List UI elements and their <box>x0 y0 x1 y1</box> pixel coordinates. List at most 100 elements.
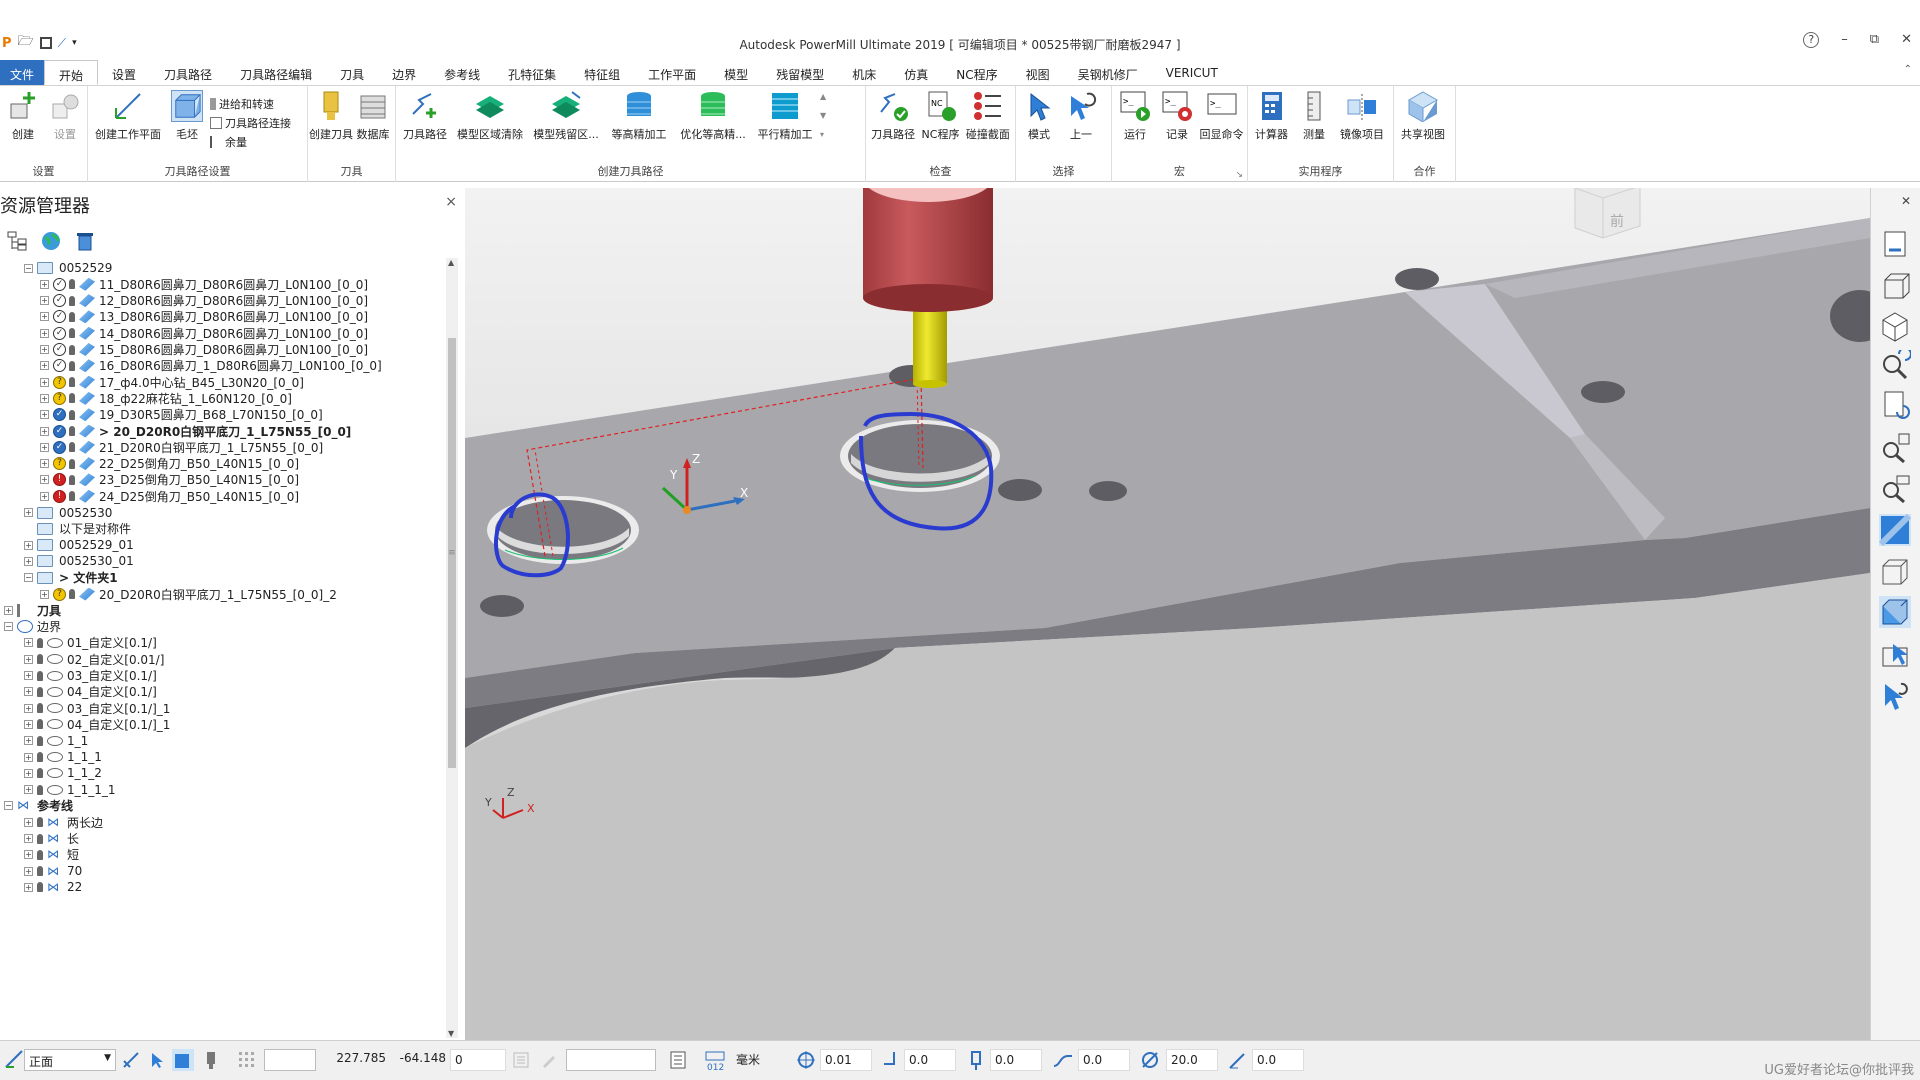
stock-button[interactable]: 毛坯 <box>168 90 206 142</box>
tree-item[interactable]: +? 20_D20R0白钢平底刀_1_L75N55_[0_0]_2 <box>40 584 337 604</box>
tool-display-icon[interactable] <box>202 1050 220 1070</box>
zoom-refresh-icon[interactable] <box>1879 350 1911 382</box>
visibility-bulb-icon[interactable] <box>69 279 75 290</box>
tool-length-input[interactable]: 0.0 <box>990 1049 1042 1071</box>
menu-tab[interactable]: 设置 <box>98 60 150 85</box>
menu-tab[interactable]: 开始 <box>44 60 99 85</box>
expand-icon[interactable]: + <box>24 834 33 843</box>
select-mode-button[interactable]: 模式 <box>1020 90 1058 142</box>
visibility-bulb-icon[interactable] <box>37 752 43 762</box>
view-select[interactable]: 正面 ▼ <box>24 1049 116 1071</box>
macro-record-button[interactable]: >_ 记录 <box>1158 90 1196 142</box>
diameter-icon[interactable] <box>1140 1050 1160 1070</box>
snap-icon[interactable] <box>122 1051 140 1069</box>
explorer-scrollbar[interactable]: ▲ ≡ ▼ <box>446 258 458 1038</box>
wireframe-view-icon[interactable] <box>1879 556 1911 588</box>
expand-icon[interactable]: + <box>24 882 33 892</box>
constant-z-finishing-button[interactable]: 等高精加工 <box>606 90 672 142</box>
menu-tab[interactable]: 特征组 <box>570 60 634 85</box>
expand-icon[interactable]: + <box>24 638 33 648</box>
raster-finishing-button[interactable]: 平行精加工 <box>754 90 816 142</box>
expand-icon[interactable]: + <box>40 361 49 371</box>
model-area-clearance-button[interactable]: 模型区域清除 <box>454 90 526 142</box>
thickness-input[interactable]: 0.0 <box>904 1049 956 1071</box>
visibility-bulb-icon[interactable] <box>37 768 43 779</box>
expand-icon[interactable]: + <box>24 768 33 778</box>
minimize-button[interactable]: – <box>1841 32 1848 48</box>
visibility-bulb-icon[interactable] <box>69 393 75 404</box>
refresh-page-icon[interactable] <box>1879 390 1911 422</box>
tolerance-icon[interactable] <box>796 1050 816 1070</box>
trash-icon[interactable] <box>74 230 96 252</box>
expand-icon[interactable]: + <box>40 312 49 322</box>
visibility-bulb-icon[interactable] <box>69 311 75 322</box>
menu-tab[interactable]: 吴钢机修厂 <box>1064 60 1152 85</box>
create-workplane-button[interactable]: 创建工作平面 <box>92 90 164 142</box>
expand-icon[interactable]: − <box>4 622 13 632</box>
expand-icon[interactable]: + <box>24 703 33 713</box>
expand-icon[interactable]: + <box>24 736 33 746</box>
tree-view-icon[interactable] <box>6 230 28 252</box>
gallery-scroll[interactable]: ▲ ▼ ▾ <box>820 90 826 139</box>
expand-icon[interactable]: + <box>40 393 49 403</box>
restore-button[interactable]: ⧉ <box>1870 32 1879 48</box>
select-window-icon[interactable] <box>1879 640 1911 672</box>
expand-icon[interactable]: − <box>24 263 33 273</box>
cursor-snap-icon[interactable] <box>148 1051 166 1069</box>
menu-tab[interactable]: 仿真 <box>890 60 942 85</box>
visibility-bulb-icon[interactable] <box>69 344 75 355</box>
visibility-bulb-icon[interactable] <box>37 670 43 681</box>
menu-tab[interactable]: 参考线 <box>430 60 494 85</box>
view-cube-outline-icon[interactable] <box>1879 270 1911 302</box>
verify-nc-button[interactable]: NC NC程序 <box>920 90 961 142</box>
menu-tab[interactable]: 残留模型 <box>762 60 838 85</box>
expand-icon[interactable]: + <box>24 866 33 876</box>
expand-icon[interactable]: + <box>40 328 49 338</box>
expand-icon[interactable]: + <box>40 475 49 485</box>
expand-icon[interactable]: + <box>40 410 49 420</box>
expand-icon[interactable]: + <box>24 508 33 517</box>
visibility-bulb-icon[interactable] <box>69 426 75 436</box>
expand-icon[interactable]: + <box>24 785 33 795</box>
model-rest-clearance-button[interactable]: 模型残留区... <box>530 90 602 142</box>
workplane-status-icon[interactable] <box>4 1049 24 1069</box>
mirror-item-button[interactable]: 镜像项目 <box>1337 90 1387 142</box>
expand-icon[interactable]: + <box>40 296 49 306</box>
create-button[interactable]: 创建 <box>4 90 42 142</box>
visibility-bulb-icon[interactable] <box>37 686 43 697</box>
scene[interactable]: Z Y X 前 Z X Y <box>465 188 1870 1040</box>
expand-icon[interactable]: + <box>24 671 33 680</box>
dialog-launcher-icon[interactable]: ↘ <box>1235 170 1243 180</box>
expand-icon[interactable]: + <box>40 377 49 387</box>
expand-icon[interactable]: + <box>40 459 49 469</box>
lead-input[interactable]: 0.0 <box>1078 1049 1130 1071</box>
measure-button[interactable]: 测量 <box>1295 90 1333 142</box>
select-previous-button[interactable]: 上一 <box>1062 90 1100 142</box>
coord-z[interactable]: 0 <box>450 1049 506 1071</box>
select-undo-icon[interactable] <box>1879 680 1911 712</box>
zoom-box-icon[interactable] <box>1879 432 1911 464</box>
expand-icon[interactable]: + <box>24 719 33 729</box>
visibility-bulb-icon[interactable] <box>37 882 43 893</box>
menu-tab[interactable]: 工作平面 <box>634 60 710 85</box>
expand-icon[interactable]: + <box>24 850 33 860</box>
grid-input[interactable] <box>264 1049 316 1071</box>
visibility-bulb-icon[interactable] <box>37 637 43 648</box>
angle-input[interactable]: 0.0 <box>1252 1049 1304 1071</box>
globe-icon[interactable] <box>40 230 62 252</box>
create-tool-button[interactable]: 创建刀具 <box>309 90 353 142</box>
explorer-close-button[interactable]: × <box>445 194 457 210</box>
tolerance-input[interactable]: 0.01 <box>820 1049 872 1071</box>
visibility-bulb-icon[interactable] <box>37 833 43 844</box>
graphics-viewport[interactable]: Z Y X 前 Z X Y <box>465 188 1870 1040</box>
visibility-bulb-icon[interactable] <box>37 654 43 665</box>
menu-tab[interactable]: 刀具 <box>326 60 378 85</box>
shaded-toggle-icon[interactable] <box>172 1049 194 1071</box>
visibility-bulb-icon[interactable] <box>69 442 75 453</box>
visibility-bulb-icon[interactable] <box>37 784 43 795</box>
menu-tab[interactable]: 视图 <box>1012 60 1064 85</box>
visibility-bulb-icon[interactable] <box>69 377 75 388</box>
calculator-button[interactable]: 计算器 <box>1252 90 1291 142</box>
menu-tab[interactable]: VERICUT <box>1152 60 1232 85</box>
angle-icon[interactable] <box>1228 1050 1248 1070</box>
